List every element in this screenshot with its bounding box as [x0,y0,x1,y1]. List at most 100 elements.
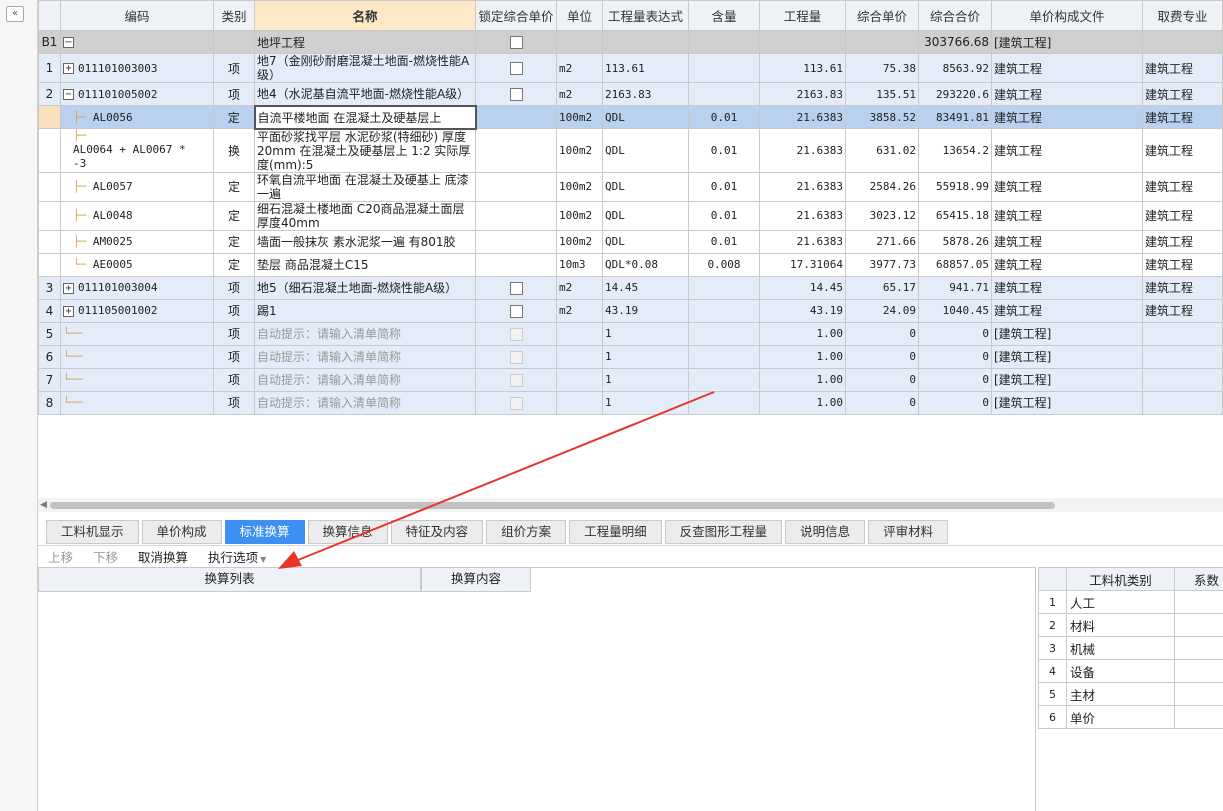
header-code[interactable]: 编码 [60,0,214,31]
coefficient-cell[interactable] [1174,590,1223,614]
lock-cell[interactable] [475,321,557,346]
header-name[interactable]: 名称 [254,0,476,31]
quota-row[interactable]: ├─ AL0056 定自流平楼地面 在混凝土及硬基层上 100m2 QDL 0.01 21… [38,104,1223,130]
tab-7[interactable]: 反查图形工程量 [664,520,783,544]
expr-cell[interactable]: QDL*0.08 [602,252,689,277]
prof-cell[interactable]: 建筑工程 [1142,128,1223,173]
quota-row[interactable]: ├─ AL0048 定细石混凝土楼地面 C20商品混凝土面层 厚度40mm 100m… [38,200,1223,231]
content-cell[interactable] [688,367,760,392]
lock-cell[interactable] [475,53,557,83]
expand-plus-icon[interactable]: + [63,305,74,317]
content-cell[interactable] [688,298,760,323]
header-fee-profession[interactable]: 取费专业 [1142,0,1223,31]
content-cell[interactable] [688,275,760,300]
content-cell[interactable]: 0.01 [688,128,760,173]
name-cell[interactable]: 平面砂浆找平层 水泥砂浆(特细砂) 厚度20mm 在混凝土及硬基层上 1:2 实… [254,128,476,173]
name-cell[interactable]: 地7（金刚砂耐磨混凝土地面-燃烧性能A级） [254,53,476,83]
prof-cell[interactable] [1142,367,1223,392]
code-cell[interactable]: ├─ AM0025 [60,229,214,254]
empty-bill-row[interactable]: 6 └── 项自动提示：请输入清单简称 1 1.00 0 0 [建筑工程] [38,344,1223,369]
bill-item-row[interactable]: 4 +011105001002 项踢1 m2 43.19 43.19 24.09 1040.4… [38,298,1223,323]
empty-bill-row[interactable]: 5 └── 项自动提示：请输入清单简称 1 1.00 0 0 [建筑工程] [38,321,1223,346]
prof-cell[interactable]: 建筑工程 [1142,82,1223,106]
prof-cell[interactable]: 建筑工程 [1142,171,1223,202]
coefficient-cell[interactable] [1174,682,1223,706]
code-cell[interactable]: ├─ AL0056 [60,105,214,129]
expr-cell[interactable]: QDL [602,171,689,202]
quota-row[interactable]: ├─ AM0025 定墙面一般抹灰 素水泥浆一遍 有801胶 100m2 QDL 0.0… [38,229,1223,254]
resource-row[interactable]: 5 主材 [1038,682,1223,706]
code-cell[interactable]: ├─ AL0057 [60,171,214,202]
lock-checkbox[interactable] [509,373,523,387]
prof-cell[interactable]: 建筑工程 [1142,275,1223,300]
prof-cell[interactable]: 建筑工程 [1142,252,1223,277]
name-cell[interactable]: 自动提示：请输入清单简称 [254,321,476,346]
file-cell[interactable]: 建筑工程 [991,53,1143,83]
bill-item-row[interactable]: 1 +011101003003 项地7（金刚砂耐磨混凝土地面-燃烧性能A级） m2 11… [38,53,1223,83]
content-cell[interactable]: 0.01 [688,105,760,129]
resource-row[interactable]: 3 机械 [1038,636,1223,660]
name-cell[interactable]: 自动提示：请输入清单简称 [254,390,476,415]
lock-cell[interactable] [475,200,557,231]
file-cell[interactable]: [建筑工程] [991,367,1143,392]
prof-cell[interactable]: 建筑工程 [1142,200,1223,231]
code-cell[interactable]: ├─ AL0048 [60,200,214,231]
lock-cell[interactable] [475,105,557,129]
tab-6[interactable]: 工程量明细 [569,520,662,544]
coefficient-cell[interactable] [1174,636,1223,660]
empty-bill-row[interactable]: 7 └── 项自动提示：请输入清单简称 1 1.00 0 0 [建筑工程] [38,367,1223,392]
code-cell[interactable]: └── [60,344,214,369]
prof-cell[interactable]: 建筑工程 [1142,105,1223,129]
tab-9[interactable]: 评审材料 [868,520,949,544]
tab-8[interactable]: 说明信息 [785,520,866,544]
section-row[interactable]: B1 − 地坪工程 303766.68 [建筑工程] [38,30,1223,54]
collapse-sidebar-icon[interactable]: « [6,6,24,22]
collapse-minus-icon[interactable]: − [63,89,74,100]
code-cell[interactable]: +011101003003 [60,53,214,83]
lock-cell[interactable] [475,367,557,392]
bill-item-row[interactable]: 3 +011101003004 项地5（细石混凝土地面-燃烧性能A级） m2 14.45… [38,275,1223,300]
content-cell[interactable] [688,53,760,83]
quota-row[interactable]: ├─ AL0064 + AL0067 * -3 换平面砂浆找平层 水泥砂浆(特细砂… [38,128,1223,173]
tab-1[interactable]: 单价构成 [141,520,222,544]
lock-cell[interactable] [475,298,557,323]
lock-checkbox[interactable] [509,281,523,295]
header-coefficient[interactable]: 系数 [1174,567,1223,591]
lock-cell[interactable] [475,344,557,369]
file-cell[interactable]: 建筑工程 [991,128,1143,173]
lock-checkbox[interactable] [509,62,523,75]
header-price-file[interactable]: 单价构成文件 [991,0,1143,31]
scrollbar-thumb[interactable] [50,502,1055,509]
content-cell[interactable]: 0.01 [688,200,760,231]
expr-cell[interactable]: QDL [602,229,689,254]
code-cell[interactable]: └── [60,321,214,346]
prof-cell[interactable]: 建筑工程 [1142,53,1223,83]
tab-3[interactable]: 换算信息 [307,520,388,544]
code-cell[interactable]: └── [60,390,214,415]
name-cell[interactable]: 自流平楼地面 在混凝土及硬基层上 [253,104,477,130]
resource-row[interactable]: 6 单价 [1038,705,1223,729]
file-cell[interactable]: 建筑工程 [991,82,1143,106]
content-cell[interactable] [688,390,760,415]
expr-cell[interactable]: 2163.83 [602,82,689,106]
content-cell[interactable]: 0.01 [688,229,760,254]
file-cell[interactable]: [建筑工程] [991,390,1143,415]
scroll-left-icon[interactable]: ◀ [40,498,47,512]
lock-cell[interactable] [475,82,557,106]
prof-cell[interactable]: 建筑工程 [1142,229,1223,254]
file-cell[interactable]: [建筑工程] [991,344,1143,369]
file-cell[interactable]: [建筑工程] [991,30,1143,54]
file-cell[interactable]: [建筑工程] [991,321,1143,346]
coefficient-cell[interactable] [1174,613,1223,637]
code-cell[interactable]: − [60,30,214,54]
name-cell[interactable]: 地坪工程 [254,30,476,54]
file-cell[interactable]: 建筑工程 [991,105,1143,129]
name-cell[interactable]: 地5（细石混凝土地面-燃烧性能A级） [254,275,476,300]
code-cell[interactable]: ├─ AL0064 + AL0067 * -3 [60,128,214,173]
header-conversion-list[interactable]: 换算列表 [38,568,421,592]
expr-cell[interactable]: 1 [602,344,689,369]
content-cell[interactable]: 0.008 [688,252,760,277]
bill-item-row[interactable]: 2−011101005002 项地4（水泥基自流平地面-燃烧性能A级） m2 2163… [38,82,1223,106]
resource-row[interactable]: 1 人工 [1038,590,1223,614]
lock-checkbox[interactable] [509,396,523,410]
